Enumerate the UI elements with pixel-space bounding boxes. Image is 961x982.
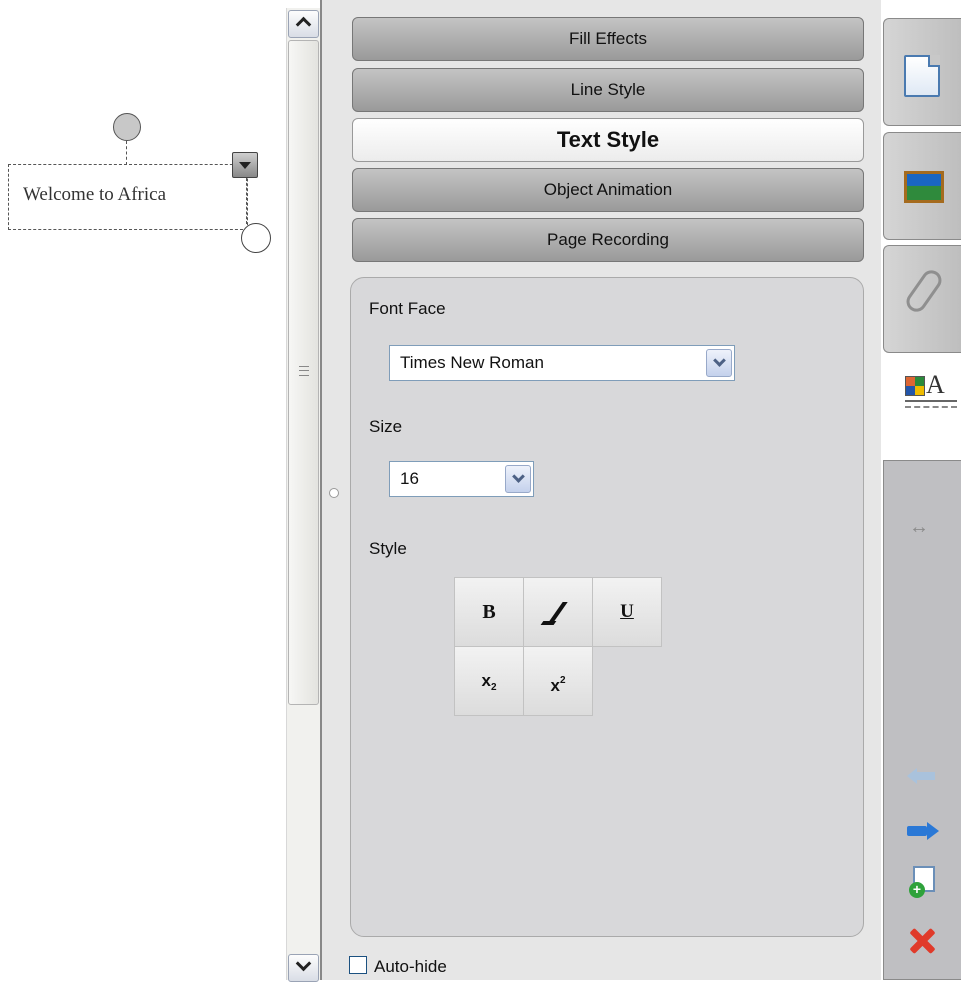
autohide-checkbox[interactable] xyxy=(349,956,367,974)
scroll-up-button[interactable] xyxy=(288,10,319,38)
font-face-label: Font Face xyxy=(369,299,446,318)
size-select[interactable]: 16 xyxy=(389,461,534,497)
resize-handle-stem xyxy=(246,178,247,224)
scroll-thumb[interactable] xyxy=(288,40,319,705)
toolbar-strip xyxy=(883,460,961,980)
page-recording-button[interactable]: Page Recording xyxy=(352,218,864,262)
text-style-button[interactable]: Text Style xyxy=(352,118,864,162)
thumb-grip-icon xyxy=(299,366,309,376)
properties-panel: Fill Effects Line Style Text Style Objec… xyxy=(322,0,881,980)
text-style-properties: Font Face Times New Roman Size 16 Style … xyxy=(350,277,864,937)
tab-properties[interactable]: A xyxy=(883,354,961,462)
line-style-button[interactable]: Line Style xyxy=(352,68,864,112)
autohide-label: Auto-hide xyxy=(374,957,447,976)
rotate-handle[interactable] xyxy=(113,113,141,141)
tab-attachments[interactable] xyxy=(883,245,961,353)
chevron-down-icon[interactable] xyxy=(706,349,732,377)
tab-page-sorter[interactable] xyxy=(883,18,961,126)
add-page-plus-icon: + xyxy=(909,882,925,898)
vertical-scrollbar[interactable] xyxy=(286,8,321,982)
right-toolbar: A ↔ + xyxy=(881,0,961,980)
object-animation-button[interactable]: Object Animation xyxy=(352,168,864,212)
page-sorter-icon xyxy=(904,55,940,97)
subscript-icon: x2 xyxy=(481,671,497,693)
resize-handle[interactable] xyxy=(241,223,271,253)
size-label: Size xyxy=(369,417,403,436)
italic-icon xyxy=(547,602,568,624)
font-face-value: Times New Roman xyxy=(400,353,544,372)
fill-effects-button[interactable]: Fill Effects xyxy=(352,17,864,61)
previous-page-icon[interactable] xyxy=(907,768,935,784)
superscript-icon: x2 xyxy=(550,675,566,695)
object-menu-button[interactable] xyxy=(232,152,258,178)
move-toolbar-icon[interactable]: ↔ xyxy=(909,516,929,538)
chevron-down-icon[interactable] xyxy=(505,465,531,493)
text-object-label: Welcome to Africa xyxy=(23,184,167,205)
italic-button[interactable] xyxy=(523,577,593,647)
font-face-select[interactable]: Times New Roman xyxy=(389,345,735,381)
bold-button[interactable]: B xyxy=(454,577,524,647)
properties-icon: A xyxy=(905,370,959,408)
text-object[interactable]: Welcome to Africa xyxy=(8,164,248,230)
delete-page-icon[interactable] xyxy=(907,926,937,956)
superscript-button[interactable]: x2 xyxy=(523,646,593,716)
tab-gallery[interactable] xyxy=(883,132,961,240)
panel-resize-dot[interactable] xyxy=(329,488,339,498)
rotate-handle-stem xyxy=(126,141,127,165)
size-value: 16 xyxy=(400,469,419,488)
paperclip-icon xyxy=(902,266,946,316)
next-page-icon[interactable] xyxy=(907,822,939,840)
gallery-icon xyxy=(904,171,944,203)
style-label: Style xyxy=(369,539,407,558)
subscript-button[interactable]: x2 xyxy=(454,646,524,716)
scroll-down-button[interactable] xyxy=(288,954,319,982)
underline-button[interactable]: U xyxy=(592,577,662,647)
